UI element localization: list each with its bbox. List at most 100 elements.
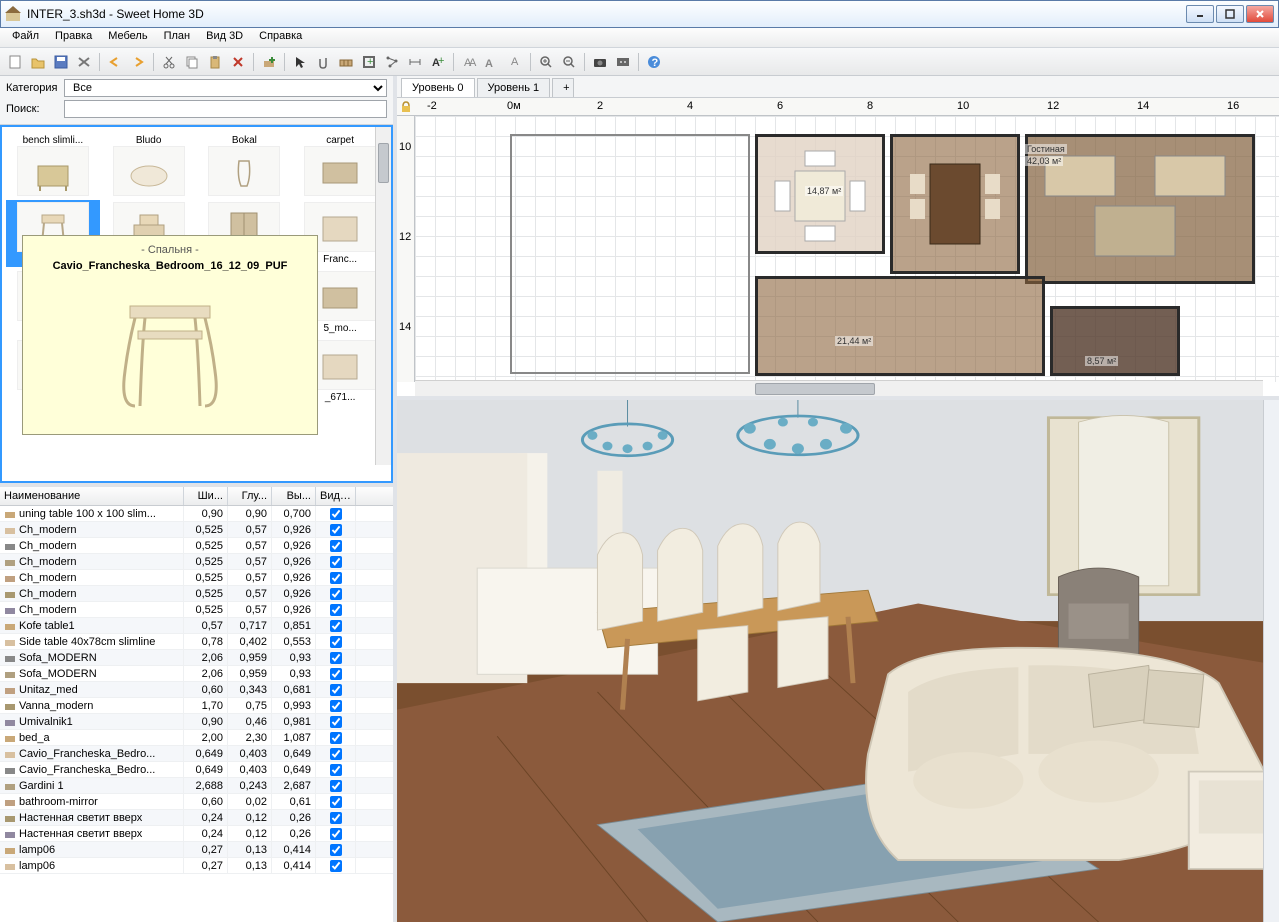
plan-scrollbar-h[interactable] xyxy=(415,380,1263,396)
table-row[interactable]: lamp060,270,130,414 xyxy=(0,858,393,874)
menu-plan[interactable]: План xyxy=(156,28,199,47)
help-icon[interactable]: ? xyxy=(643,51,665,73)
select-icon[interactable] xyxy=(289,51,311,73)
catalog-item[interactable]: Bludo xyxy=(102,131,196,198)
visibility-checkbox[interactable] xyxy=(330,636,342,648)
catalog-item[interactable]: Bokal xyxy=(198,131,292,198)
col-height-header[interactable]: Вы... xyxy=(272,487,316,505)
text-bold-icon[interactable]: AA xyxy=(458,51,480,73)
maximize-button[interactable] xyxy=(1216,5,1244,23)
paste-icon[interactable] xyxy=(204,51,226,73)
table-row[interactable]: Sofa_MODERN2,060,9590,93 xyxy=(0,650,393,666)
menu-edit[interactable]: Правка xyxy=(47,28,100,47)
catalog-scrollbar[interactable] xyxy=(375,127,391,465)
create-video-icon[interactable] xyxy=(612,51,634,73)
search-input[interactable] xyxy=(64,100,387,118)
col-depth-header[interactable]: Глу... xyxy=(228,487,272,505)
create-rooms-icon[interactable]: + xyxy=(358,51,380,73)
table-row[interactable]: Настенная светит вверх0,240,120,26 xyxy=(0,810,393,826)
open-icon[interactable] xyxy=(27,51,49,73)
visibility-checkbox[interactable] xyxy=(330,684,342,696)
tab-level-0[interactable]: Уровень 0 xyxy=(401,78,475,97)
visibility-checkbox[interactable] xyxy=(330,748,342,760)
visibility-checkbox[interactable] xyxy=(330,860,342,872)
visibility-checkbox[interactable] xyxy=(330,732,342,744)
table-row[interactable]: Ch_modern0,5250,570,926 xyxy=(0,602,393,618)
visibility-checkbox[interactable] xyxy=(330,524,342,536)
undo-icon[interactable] xyxy=(104,51,126,73)
table-row[interactable]: bathroom-mirror0,600,020,61 xyxy=(0,794,393,810)
table-row[interactable]: Vanna_modern1,700,750,993 xyxy=(0,698,393,714)
table-row[interactable]: Cavio_Francheska_Bedro...0,6490,4030,649 xyxy=(0,762,393,778)
col-visible-header[interactable]: Види... xyxy=(316,487,356,505)
visibility-checkbox[interactable] xyxy=(330,508,342,520)
tab-level-1[interactable]: Уровень 1 xyxy=(477,78,551,97)
create-text-icon[interactable]: A+ xyxy=(427,51,449,73)
3d-view[interactable] xyxy=(397,400,1279,922)
save-icon[interactable] xyxy=(50,51,72,73)
preferences-icon[interactable] xyxy=(73,51,95,73)
visibility-checkbox[interactable] xyxy=(330,652,342,664)
pan-icon[interactable] xyxy=(312,51,334,73)
table-row[interactable]: Ch_modern0,5250,570,926 xyxy=(0,586,393,602)
lock-icon[interactable] xyxy=(398,99,414,115)
plan-canvas[interactable]: 14,87 м²Гостиная42,03 м²21,44 м²8,57 м² xyxy=(415,116,1279,382)
close-button[interactable] xyxy=(1246,5,1274,23)
visibility-checkbox[interactable] xyxy=(330,668,342,680)
new-icon[interactable] xyxy=(4,51,26,73)
redo-icon[interactable] xyxy=(127,51,149,73)
catalog-item[interactable]: carpet xyxy=(293,131,387,198)
table-row[interactable]: Sofa_MODERN2,060,9590,93 xyxy=(0,666,393,682)
add-furniture-icon[interactable] xyxy=(258,51,280,73)
table-row[interactable]: Ch_modern0,5250,570,926 xyxy=(0,570,393,586)
visibility-checkbox[interactable] xyxy=(330,780,342,792)
create-dimensions-icon[interactable] xyxy=(404,51,426,73)
table-row[interactable]: Cavio_Francheska_Bedro...0,6490,4030,649 xyxy=(0,746,393,762)
zoom-out-icon[interactable] xyxy=(558,51,580,73)
visibility-checkbox[interactable] xyxy=(330,812,342,824)
decrease-text-icon[interactable]: A xyxy=(504,51,526,73)
table-row[interactable]: Umivalnik10,900,460,981 xyxy=(0,714,393,730)
table-row[interactable]: Настенная светит вверх0,240,120,26 xyxy=(0,826,393,842)
visibility-checkbox[interactable] xyxy=(330,588,342,600)
delete-icon[interactable] xyxy=(227,51,249,73)
table-row[interactable]: Kofe table10,570,7170,851 xyxy=(0,618,393,634)
increase-text-icon[interactable]: A xyxy=(481,51,503,73)
table-row[interactable]: Ch_modern0,5250,570,926 xyxy=(0,522,393,538)
menu-3dview[interactable]: Вид 3D xyxy=(198,28,251,47)
table-row[interactable]: Gardini 12,6880,2432,687 xyxy=(0,778,393,794)
visibility-checkbox[interactable] xyxy=(330,700,342,712)
table-row[interactable]: Ch_modern0,5250,570,926 xyxy=(0,554,393,570)
menu-file[interactable]: Файл xyxy=(4,28,47,47)
table-row[interactable]: bed_a2,002,301,087 xyxy=(0,730,393,746)
visibility-checkbox[interactable] xyxy=(330,796,342,808)
visibility-checkbox[interactable] xyxy=(330,620,342,632)
table-row[interactable]: uning table 100 x 100 slim...0,900,900,7… xyxy=(0,506,393,522)
visibility-checkbox[interactable] xyxy=(330,604,342,616)
visibility-checkbox[interactable] xyxy=(330,844,342,856)
cut-icon[interactable] xyxy=(158,51,180,73)
zoom-in-icon[interactable] xyxy=(535,51,557,73)
visibility-checkbox[interactable] xyxy=(330,540,342,552)
catalog-item[interactable]: bench slimli... xyxy=(6,131,100,198)
tab-add[interactable]: + xyxy=(552,78,574,97)
visibility-checkbox[interactable] xyxy=(330,764,342,776)
plan-view[interactable]: -2 0м 2 4 6 8 10 12 14 16 10 12 14 xyxy=(397,98,1279,400)
create-walls-icon[interactable] xyxy=(335,51,357,73)
visibility-checkbox[interactable] xyxy=(330,556,342,568)
menu-furniture[interactable]: Мебель xyxy=(100,28,155,47)
copy-icon[interactable] xyxy=(181,51,203,73)
table-row[interactable]: Unitaz_med0,600,3430,681 xyxy=(0,682,393,698)
col-width-header[interactable]: Ши... xyxy=(184,487,228,505)
col-name-header[interactable]: Наименование xyxy=(0,487,184,505)
table-row[interactable]: Ch_modern0,5250,570,926 xyxy=(0,538,393,554)
3d-scrollbar-v[interactable] xyxy=(1263,400,1279,922)
table-row[interactable]: lamp060,270,130,414 xyxy=(0,842,393,858)
visibility-checkbox[interactable] xyxy=(330,828,342,840)
category-select[interactable]: Все xyxy=(64,79,387,97)
table-row[interactable]: Side table 40x78cm slimline0,780,4020,55… xyxy=(0,634,393,650)
create-photo-icon[interactable] xyxy=(589,51,611,73)
visibility-checkbox[interactable] xyxy=(330,572,342,584)
create-polyline-icon[interactable] xyxy=(381,51,403,73)
menu-help[interactable]: Справка xyxy=(251,28,310,47)
